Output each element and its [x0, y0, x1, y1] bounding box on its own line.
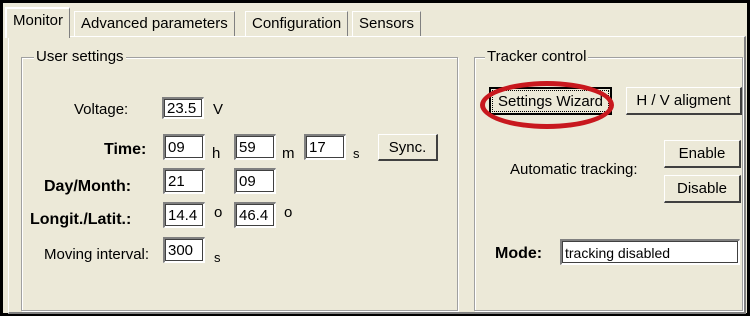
user-settings-group: User settings Voltage: V Time: h m s Syn…	[21, 48, 458, 311]
tab-sensors[interactable]: Sensors	[352, 11, 422, 37]
tab-monitor[interactable]: Monitor	[5, 7, 71, 38]
window-frame: Monitor Advanced parameters Configuratio…	[0, 0, 750, 316]
moving-interval-field[interactable]	[163, 237, 205, 263]
moving-interval-label: Moving interval:	[44, 246, 150, 263]
enable-button[interactable]: Enable	[664, 140, 741, 168]
mode-label: Mode:	[495, 245, 543, 262]
day-field[interactable]	[163, 168, 205, 194]
day-month-label: Day/Month:	[44, 178, 132, 195]
longitude-field[interactable]	[163, 202, 205, 228]
moving-interval-unit: s	[214, 250, 221, 265]
voltage-field[interactable]	[162, 97, 204, 119]
latitude-field[interactable]	[234, 202, 276, 228]
tab-advanced-parameters[interactable]: Advanced parameters	[74, 11, 235, 37]
voltage-unit: V	[213, 101, 224, 118]
automatic-tracking-label: Automatic tracking:	[510, 161, 638, 178]
time-hours-field[interactable]	[163, 134, 205, 160]
longitude-unit: o	[214, 204, 223, 221]
time-seconds-unit: s	[353, 146, 360, 161]
tracker-control-group: Tracker control Settings Wizard H / V al…	[474, 48, 743, 311]
tracker-control-title: Tracker control	[485, 48, 589, 66]
month-field[interactable]	[234, 168, 276, 194]
hv-alignment-button[interactable]: H / V aligment	[626, 87, 742, 115]
longit-latit-label: Longit./Latit.:	[30, 211, 132, 228]
sync-button[interactable]: Sync.	[378, 134, 438, 161]
disable-button[interactable]: Disable	[664, 175, 741, 203]
settings-wizard-button[interactable]: Settings Wizard	[489, 87, 612, 115]
time-minutes-unit: m	[282, 145, 295, 162]
time-hours-unit: h	[212, 145, 221, 162]
time-minutes-field[interactable]	[234, 134, 276, 160]
monitor-panel: User settings Voltage: V Time: h m s Syn…	[8, 36, 746, 314]
tab-configuration[interactable]: Configuration	[245, 11, 349, 37]
latitude-unit: o	[284, 204, 293, 221]
time-seconds-field[interactable]	[304, 134, 346, 160]
user-settings-title: User settings	[34, 48, 126, 66]
time-label: Time:	[104, 141, 147, 158]
mode-field[interactable]	[560, 239, 740, 265]
voltage-label: Voltage:	[74, 101, 129, 118]
